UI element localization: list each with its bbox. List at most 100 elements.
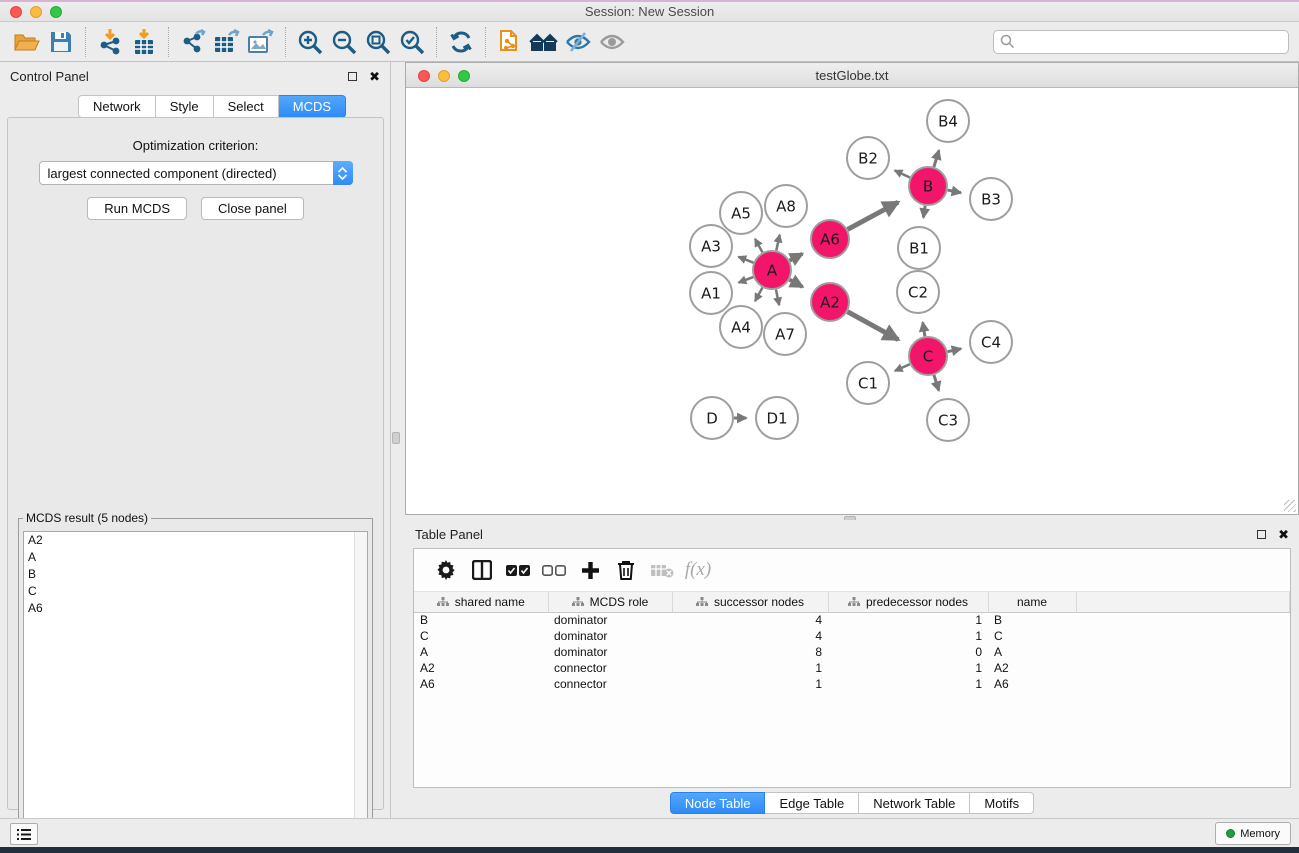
graph-node-A4[interactable]: A4 [720,306,762,348]
graph-node-B3[interactable]: B3 [970,178,1012,220]
criterion-dropdown[interactable]: largest connected component (directed) [39,161,353,185]
graph-node-A5[interactable]: A5 [720,192,762,234]
graph-node-A6[interactable]: A6 [811,220,849,258]
open-file-icon[interactable] [10,26,44,58]
toolbar-search[interactable] [993,30,1289,54]
graph-node-D[interactable]: D [691,397,733,439]
import-table-icon[interactable] [127,26,161,58]
node-attribute-table[interactable]: shared nameMCDS rolesuccessor nodesprede… [414,592,1290,692]
close-panel-icon[interactable]: ✖ [369,70,380,83]
tab-mcds[interactable]: MCDS [279,95,346,118]
float-panel-icon[interactable] [348,72,357,81]
graph-edge[interactable] [948,349,961,352]
graph-edge[interactable] [848,312,899,340]
hide-selected-icon[interactable] [561,26,595,58]
result-list-item[interactable]: A6 [24,600,367,617]
graph-node-B4[interactable]: B4 [927,100,969,142]
table-row[interactable]: Bdominator41B [414,612,1290,628]
reset-view-icon[interactable] [527,26,561,58]
graph-edge[interactable] [790,254,803,261]
graph-edge[interactable] [934,150,939,166]
graph-edge[interactable] [755,239,762,253]
apply-layout-icon[interactable] [444,26,478,58]
zoom-fit-icon[interactable] [361,26,395,58]
graph-edge[interactable] [755,288,762,302]
table-row[interactable]: Adominator80A [414,644,1290,660]
tab-select[interactable]: Select [214,95,279,118]
graph-node-A7[interactable]: A7 [764,313,806,355]
tab-network-table[interactable]: Network Table [859,792,970,814]
result-list-item[interactable]: A [24,549,367,566]
save-session-icon[interactable] [44,26,78,58]
graph-node-A2[interactable]: A2 [811,283,849,321]
delete-column-icon[interactable] [608,553,644,587]
settings-gear-icon[interactable] [428,553,464,587]
deselect-all-icon[interactable] [536,553,572,587]
result-list-item[interactable]: B [24,566,367,583]
close-panel-button[interactable]: Close panel [201,197,304,220]
graph-node-C4[interactable]: C4 [970,321,1012,363]
table-float-icon[interactable] [1257,530,1266,539]
table-close-icon[interactable]: ✖ [1278,528,1289,541]
graph-edge[interactable] [738,257,753,263]
export-network-icon[interactable] [176,26,210,58]
tab-style[interactable]: Style [156,95,214,118]
zoom-in-icon[interactable] [293,26,327,58]
graph-edge[interactable] [923,206,925,218]
resize-grip-icon[interactable] [1284,500,1296,512]
column-header[interactable]: predecessor nodes [828,592,988,612]
table-row[interactable]: A2connector11A2 [414,660,1290,676]
graph-edge[interactable] [776,290,779,305]
tab-edge-table[interactable]: Edge Table [765,792,859,814]
graph-edge[interactable] [948,190,961,193]
graph-edge[interactable] [895,364,910,371]
result-list-item[interactable]: A2 [24,532,367,549]
add-column-icon[interactable] [572,553,608,587]
search-input[interactable] [1015,35,1288,49]
graph-edge[interactable] [790,280,803,287]
zoom-selected-icon[interactable] [395,26,429,58]
graph-node-C1[interactable]: C1 [847,362,889,404]
column-header[interactable]: successor nodes [672,592,828,612]
graph-edge[interactable] [895,170,910,177]
graph-node-A8[interactable]: A8 [765,185,807,227]
graph-node-A1[interactable]: A1 [690,272,732,314]
tab-node-table[interactable]: Node Table [670,792,766,814]
graph-edge[interactable] [934,375,939,391]
graph-node-A[interactable]: A [753,251,791,289]
select-all-icon[interactable] [500,553,536,587]
graph-edge[interactable] [776,235,779,251]
graph-node-B1[interactable]: B1 [898,227,940,269]
graph-edge[interactable] [739,277,754,283]
task-history-button[interactable] [10,823,38,845]
run-mcds-button[interactable]: Run MCDS [87,197,187,220]
tab-network[interactable]: Network [78,95,156,118]
table-row[interactable]: A6connector11A6 [414,676,1290,692]
graph-node-C2[interactable]: C2 [897,271,939,313]
show-all-icon[interactable] [595,26,629,58]
memory-button[interactable]: Memory [1215,822,1291,845]
export-table-icon[interactable] [210,26,244,58]
column-header[interactable]: shared name [414,592,548,612]
import-network-icon[interactable] [93,26,127,58]
graph-node-C3[interactable]: C3 [927,399,969,441]
graph-edge[interactable] [848,202,899,229]
graph-node-B2[interactable]: B2 [847,137,889,179]
export-image-icon[interactable] [244,26,278,58]
column-visibility-icon[interactable] [464,553,500,587]
vertical-split-handle[interactable] [392,432,400,444]
new-session-icon[interactable] [493,26,527,58]
graph-edge[interactable] [923,322,925,336]
mcds-result-list[interactable]: A2ABCA6 [23,531,368,853]
graph-node-B[interactable]: B [909,167,947,205]
network-canvas[interactable]: B4 B2 B B3 A5A8A6 A3 B1 A A1 C2 A2 A4A7 C4 C C1 C3 D D1 [406,88,1298,514]
table-row[interactable]: Cdominator41C [414,628,1290,644]
result-scrollbar[interactable] [354,532,367,853]
graph-node-D1[interactable]: D1 [756,397,798,439]
zoom-out-icon[interactable] [327,26,361,58]
graph-node-C[interactable]: C [909,337,947,375]
column-header[interactable]: MCDS role [548,592,672,612]
graph-node-A3[interactable]: A3 [690,225,732,267]
column-header[interactable]: name [988,592,1076,612]
result-list-item[interactable]: C [24,583,367,600]
